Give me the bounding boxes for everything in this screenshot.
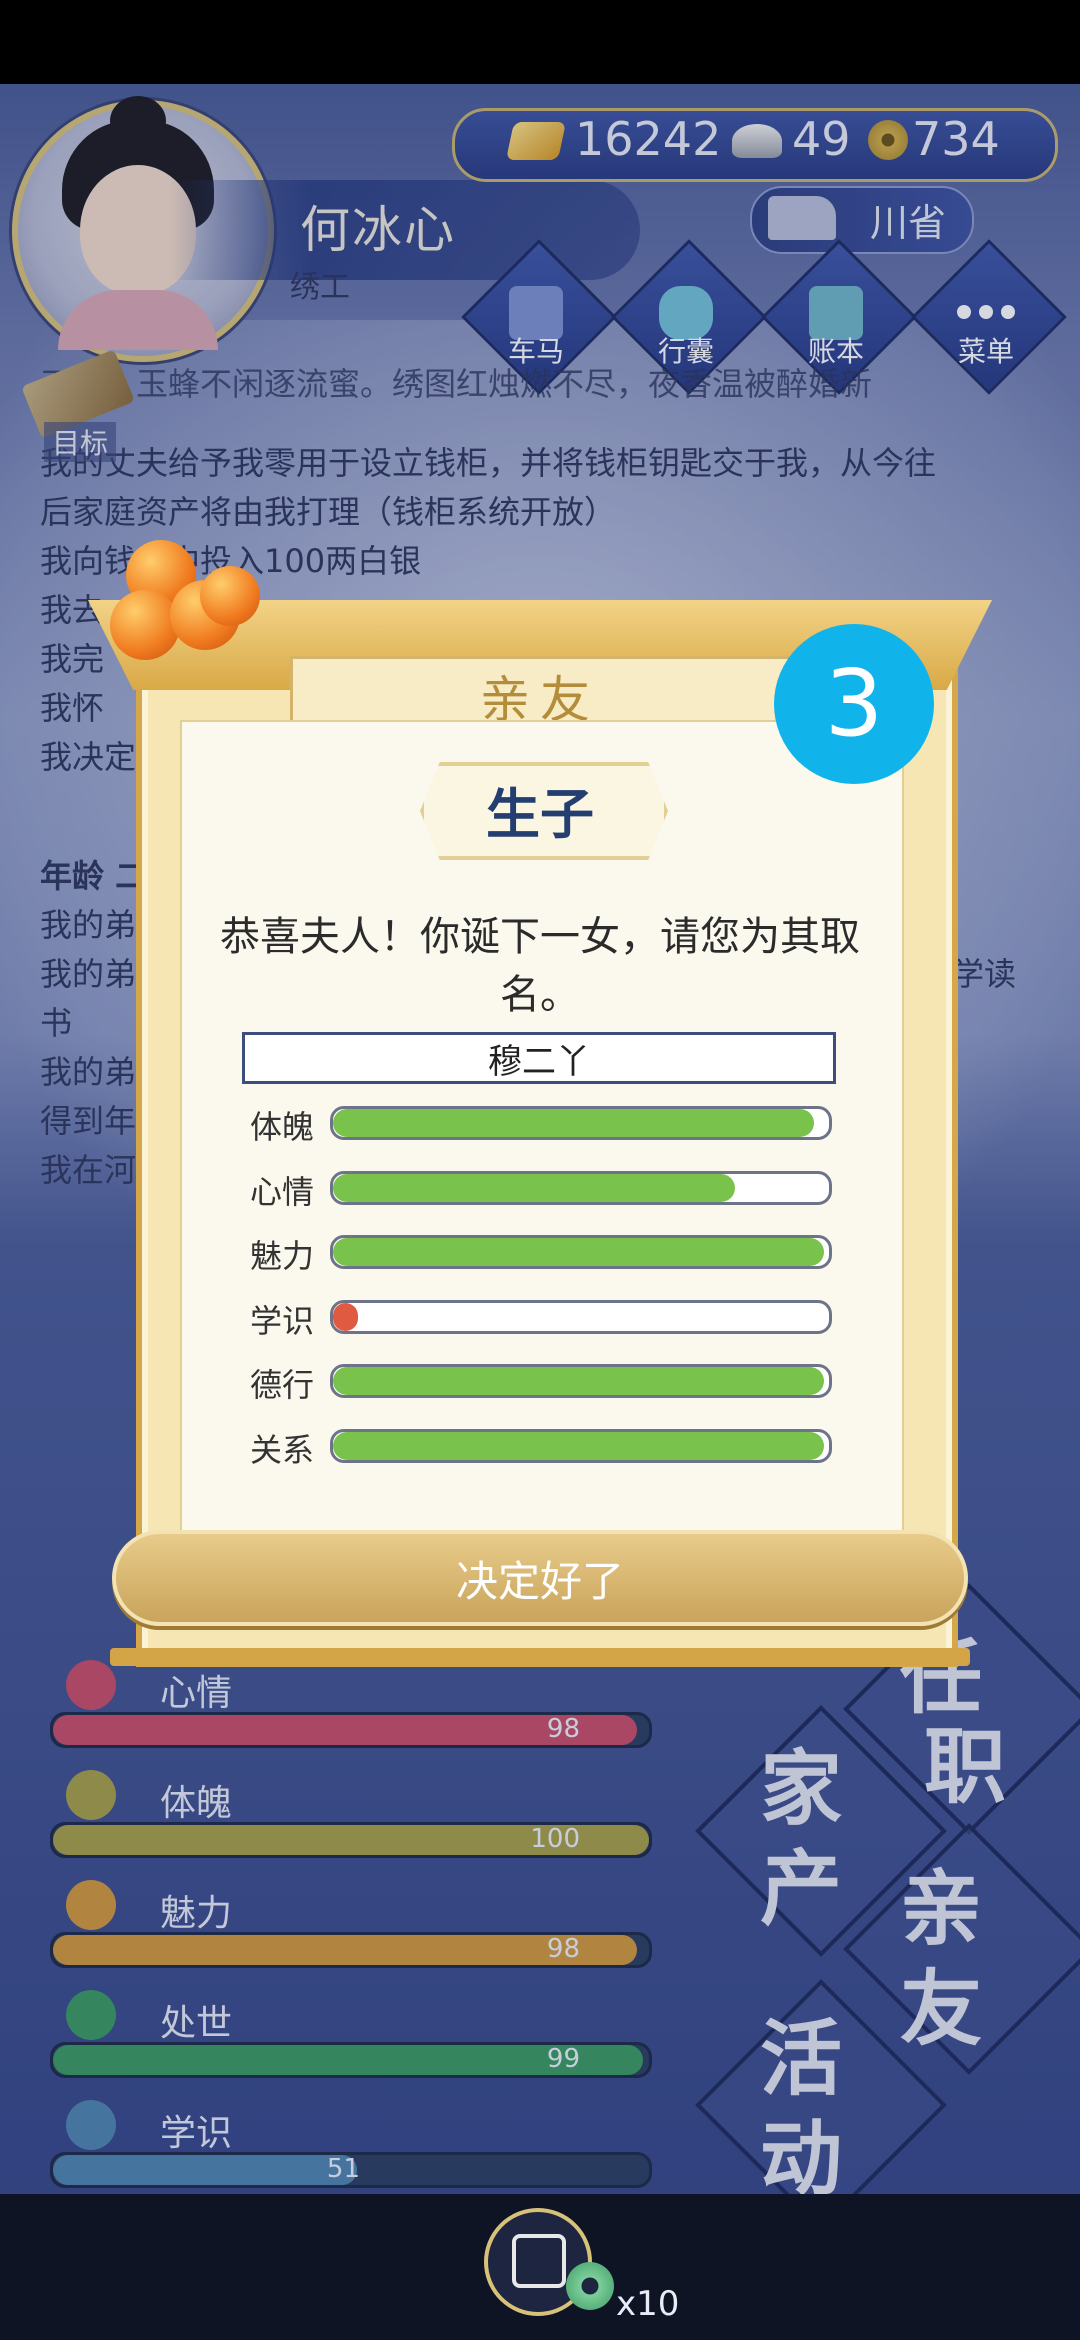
event-subtitle: 生子 [486, 783, 594, 846]
child-name-input[interactable] [242, 1032, 836, 1084]
jade-coin-icon [566, 2262, 614, 2310]
tutorial-step-badge: 3 [774, 624, 934, 784]
share-icon [512, 2234, 566, 2288]
attribute-label: 心情 [250, 1173, 315, 1211]
attribute-label: 德行 [250, 1366, 315, 1404]
fruit [200, 566, 260, 626]
attribute-bar-fill [333, 1174, 735, 1202]
attribute-label: 体魄 [250, 1108, 315, 1146]
attribute-bar-fill [333, 1109, 815, 1137]
attribute-label: 关系 [250, 1431, 315, 1469]
attribute-label: 魅力 [250, 1237, 315, 1275]
modal-base [110, 1648, 970, 1666]
confirm-button[interactable]: 决定好了 [112, 1530, 968, 1626]
attribute-bar [330, 1429, 832, 1463]
attribute-bar [330, 1171, 832, 1205]
attribute-bar [330, 1235, 832, 1269]
attribute-bar-fill [333, 1367, 825, 1395]
attribute-bar-fill [333, 1432, 825, 1460]
reward-count: x10 [616, 2284, 680, 2324]
attribute-label: 学识 [250, 1302, 315, 1340]
attribute-bar [330, 1300, 832, 1334]
attribute-bar [330, 1106, 832, 1140]
status-bar-area [0, 0, 1080, 84]
fruit [110, 590, 180, 660]
attribute-bar [330, 1364, 832, 1398]
event-message: 恭喜夫人！你诞下一女，请您为其取名。 [220, 914, 860, 1018]
attribute-bar-fill [333, 1238, 825, 1266]
candied-fruit-icon [100, 540, 270, 690]
attribute-bar-fill [333, 1303, 358, 1331]
